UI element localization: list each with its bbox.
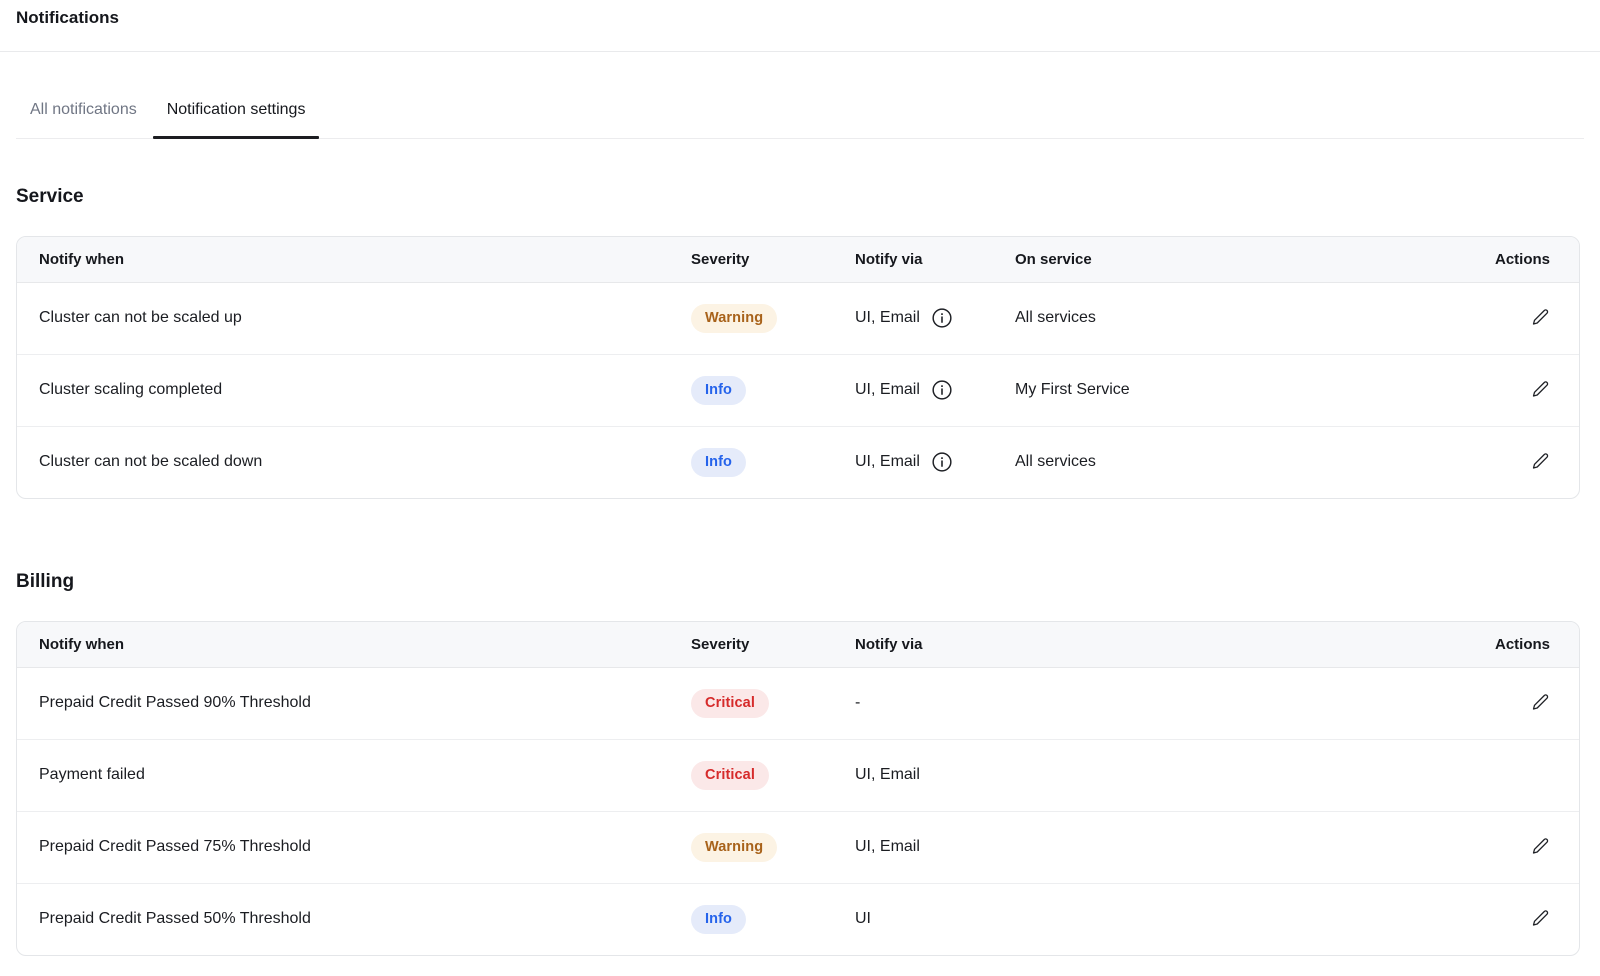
severity-badge: Warning [691,833,777,862]
service-section-heading: Service [16,185,1584,209]
table-row: Prepaid Credit Passed 90% Threshold Crit… [17,667,1579,739]
cell-severity: Critical [691,739,855,811]
cell-notify-when: Cluster can not be scaled up [17,282,691,354]
severity-badge: Info [691,905,746,934]
pencil-icon [1532,909,1549,926]
severity-badge: Info [691,448,746,477]
column-header-notify-when: Notify when [17,622,691,667]
page-title: Notifications [16,8,1584,28]
edit-button[interactable] [1530,451,1550,471]
cell-actions [1449,883,1579,955]
cell-actions [1449,426,1579,498]
column-header-actions: Actions [1449,237,1579,282]
cell-severity: Critical [691,667,855,739]
cell-actions [1449,811,1579,883]
edit-button[interactable] [1530,306,1550,326]
notify-via-text: UI, Email [855,381,920,399]
tab-notification-settings[interactable]: Notification settings [153,100,320,138]
severity-badge: Critical [691,689,769,718]
column-header-severity: Severity [691,622,855,667]
cell-notify-via: UI, Email [855,426,1015,498]
service-header-row: Notify when Severity Notify via On servi… [17,237,1579,282]
cell-on-service: My First Service [1015,354,1449,426]
pencil-icon [1532,837,1549,854]
info-circle-icon[interactable] [932,452,952,472]
service-table: Notify when Severity Notify via On servi… [16,236,1580,499]
cell-notify-when: Cluster scaling completed [17,354,691,426]
info-circle-icon[interactable] [932,308,952,328]
severity-badge: Critical [691,761,769,790]
cell-actions [1449,282,1579,354]
cell-on-service: All services [1015,426,1449,498]
cell-actions [1449,354,1579,426]
cell-notify-via: - [855,667,1449,739]
cell-severity: Warning [691,811,855,883]
cell-notify-when: Cluster can not be scaled down [17,426,691,498]
column-header-notify-via: Notify via [855,622,1449,667]
column-header-actions: Actions [1449,622,1579,667]
cell-severity: Warning [691,282,855,354]
billing-header-row: Notify when Severity Notify via Actions [17,622,1579,667]
table-row: Cluster can not be scaled down Info UI, … [17,426,1579,498]
cell-severity: Info [691,883,855,955]
section-billing: Billing Notify when Severity Notify via … [0,570,1600,956]
tabs-bar: All notifications Notification settings [16,100,1584,139]
cell-notify-via: UI, Email [855,282,1015,354]
cell-actions [1449,739,1579,811]
cell-notify-via: UI [855,883,1449,955]
billing-section-heading: Billing [16,570,1584,594]
cell-severity: Info [691,426,855,498]
table-row: Cluster scaling completed Info UI, Email… [17,354,1579,426]
table-row: Cluster can not be scaled up Warning UI,… [17,282,1579,354]
column-header-on-service: On service [1015,237,1449,282]
cell-notify-when: Prepaid Credit Passed 75% Threshold [17,811,691,883]
severity-badge: Warning [691,304,777,333]
cell-notify-when: Payment failed [17,739,691,811]
cell-notify-via: UI, Email [855,354,1015,426]
cell-severity: Info [691,354,855,426]
column-header-severity: Severity [691,237,855,282]
cell-notify-via: UI, Email [855,739,1449,811]
notify-via-text: UI, Email [855,309,920,327]
info-circle-icon[interactable] [932,380,952,400]
tab-all-notifications[interactable]: All notifications [16,100,151,138]
severity-badge: Info [691,376,746,405]
pencil-icon [1532,452,1549,469]
notify-via-text: UI, Email [855,453,920,471]
edit-button[interactable] [1530,691,1550,711]
pencil-icon [1532,380,1549,397]
table-row: Payment failed Critical UI, Email [17,739,1579,811]
edit-button[interactable] [1530,378,1550,398]
table-row: Prepaid Credit Passed 75% Threshold Warn… [17,811,1579,883]
section-service: Service Notify when Severity Notify via … [0,185,1600,499]
pencil-icon [1532,308,1549,325]
column-header-notify-via: Notify via [855,237,1015,282]
page-header: Notifications [0,0,1600,52]
cell-notify-when: Prepaid Credit Passed 90% Threshold [17,667,691,739]
table-row: Prepaid Credit Passed 50% Threshold Info… [17,883,1579,955]
pencil-icon [1532,693,1549,710]
cell-notify-via: UI, Email [855,811,1449,883]
cell-actions [1449,667,1579,739]
column-header-notify-when: Notify when [17,237,691,282]
cell-notify-when: Prepaid Credit Passed 50% Threshold [17,883,691,955]
edit-button[interactable] [1530,835,1550,855]
billing-table: Notify when Severity Notify via Actions … [16,621,1580,956]
edit-button[interactable] [1530,908,1550,928]
cell-on-service: All services [1015,282,1449,354]
